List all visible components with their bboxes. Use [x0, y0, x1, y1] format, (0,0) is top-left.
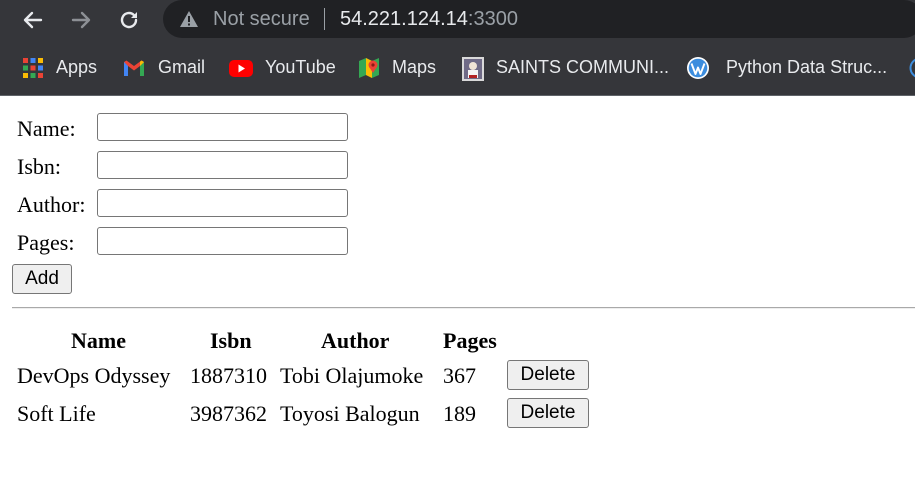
url-port: :3300 [467, 8, 518, 30]
name-input[interactable] [97, 113, 348, 141]
delete-button[interactable]: Delete [507, 360, 589, 390]
name-label: Name: [17, 116, 76, 141]
delete-button[interactable]: Delete [507, 398, 589, 428]
bookmark-label: Gmail [158, 57, 206, 77]
saints-community-icon [462, 56, 484, 81]
bookmark-icon-partial [909, 57, 915, 79]
reload-icon [120, 11, 138, 29]
bookmark-youtube[interactable]: YouTube [229, 40, 336, 95]
bookmarks-bar: Apps Gmail YouTube Maps SAINTS COMMUNI..… [0, 40, 915, 96]
browser-toolbar: Not secure 54.221.124.14:3300 [0, 0, 915, 40]
security-status-text[interactable]: Not secure [213, 8, 310, 31]
bookmark-saints-community[interactable]: SAINTS COMMUNI... [462, 40, 669, 95]
url-host: 54.221.124.14 [340, 8, 468, 30]
author-input[interactable] [97, 189, 348, 217]
bookmark-label: SAINTS COMMUNI... [496, 57, 670, 77]
table-header-name: Name [71, 328, 126, 353]
book-pages-cell: 189 [443, 401, 476, 426]
book-author-cell: Tobi Olajumoke [280, 363, 424, 388]
bookmark-label: Maps [392, 57, 437, 77]
book-name-cell: Soft Life [17, 401, 96, 426]
bookmark-label: YouTube [265, 57, 336, 77]
isbn-input[interactable] [97, 151, 348, 179]
author-label: Author: [17, 192, 86, 217]
wordpress-icon [686, 56, 710, 80]
book-name-cell: DevOps Odyssey [17, 363, 171, 388]
youtube-icon [229, 57, 253, 79]
bookmark-overflow-partial[interactable] [909, 40, 915, 95]
bookmark-apps[interactable]: Apps [22, 40, 97, 95]
bookmark-label: Python Data Struc... [726, 57, 888, 77]
table-header-isbn: Isbn [210, 328, 252, 353]
book-author-cell: Toyosi Balogun [280, 401, 420, 426]
table-header-author: Author [321, 328, 390, 353]
forward-arrow-icon [71, 11, 91, 29]
book-isbn-cell: 3987362 [190, 401, 267, 426]
apps-grid-icon [22, 57, 44, 79]
bookmark-gmail[interactable]: Gmail [122, 40, 205, 95]
pages-label: Pages: [17, 230, 75, 255]
book-pages-cell: 367 [443, 363, 476, 388]
add-button[interactable]: Add [12, 264, 72, 294]
divider [12, 307, 915, 309]
bookmark-label: Apps [56, 57, 98, 77]
bookmark-python-data-structures[interactable]: Python Data Struc... [686, 40, 887, 95]
back-arrow-icon [23, 11, 43, 29]
gmail-icon [122, 57, 146, 79]
page-content: Name: Isbn: Author: Pages: Add Name Isbn… [0, 96, 915, 494]
isbn-label: Isbn: [17, 154, 61, 179]
reload-button[interactable] [113, 4, 145, 36]
back-button[interactable] [17, 4, 49, 36]
table-header-pages: Pages [443, 328, 497, 353]
warning-icon[interactable] [179, 10, 199, 28]
forward-button[interactable] [65, 4, 97, 36]
url-separator [324, 8, 325, 30]
book-isbn-cell: 1887310 [190, 363, 267, 388]
bookmark-maps[interactable]: Maps [358, 40, 436, 95]
url-text[interactable]: 54.221.124.14:3300 [340, 8, 518, 31]
pages-input[interactable] [97, 227, 348, 255]
maps-icon [358, 57, 380, 79]
